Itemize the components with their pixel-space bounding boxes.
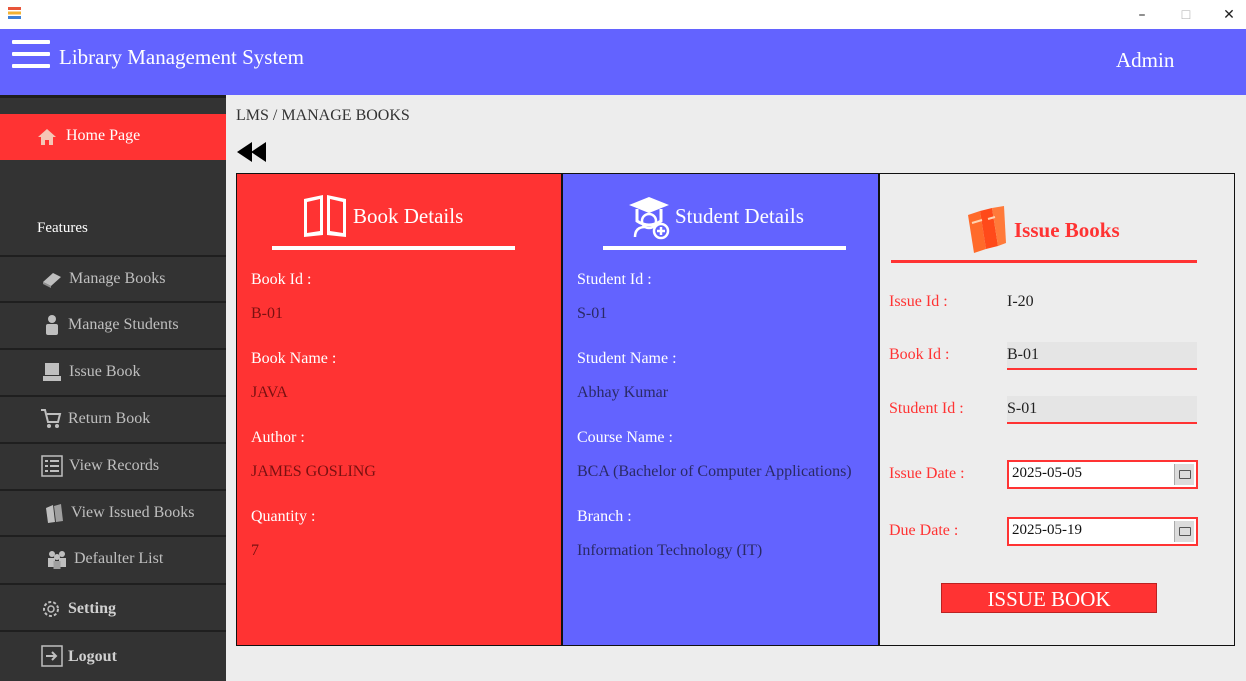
sidebar-item-label: Return Book [68,410,151,427]
breadcrumb: LMS / MANAGE BOOKS [236,107,410,124]
course-name-label: Course Name : [577,429,673,446]
issue-date-value[interactable]: 2025-05-05 [1012,465,1082,482]
issue-books-panel: Issue Books Issue Id : I-20 Book Id : B-… [879,173,1235,646]
course-name-value: BCA (Bachelor of Computer Applications) [577,463,852,480]
student-details-title: Student Details [675,204,804,228]
book-name-label: Book Name : [251,350,337,367]
home-icon [38,129,56,145]
sidebar-item-defaulter-list[interactable]: Defaulter List [0,535,226,580]
sidebar-item-issue-book[interactable]: Issue Book [0,348,226,393]
sidebar-item-view-issued-books[interactable]: View Issued Books [0,489,226,534]
book-id-field-value: B-01 [1007,346,1039,363]
book-id-value: B-01 [251,305,283,322]
app-title: Library Management System [59,45,304,69]
due-date-picker[interactable]: 2025-05-19 [1007,517,1198,546]
open-book-icon [304,195,346,237]
issue-id-value: I-20 [1007,293,1034,310]
issue-date-picker[interactable]: 2025-05-05 [1007,460,1198,489]
branch-label: Branch : [577,508,632,525]
quantity-value: 7 [251,542,259,559]
sidebar-item-label: Setting [68,600,116,617]
branch-value: Information Technology (IT) [577,542,763,559]
book-icon [43,273,61,288]
student-details-panel: Student Details Student Id : S-01 Studen… [562,173,879,646]
maximize-button[interactable]: ☐ [1175,5,1197,25]
book-id-field-label: Book Id : [889,346,950,363]
admin-label[interactable]: Admin [1116,48,1174,73]
sidebar-item-label: View Records [69,457,160,474]
author-value: JAMES GOSLING [251,463,376,480]
student-name-value: Abhay Kumar [577,384,669,401]
books-icon [46,504,63,523]
back-icon[interactable] [236,141,268,163]
student-icon [46,315,58,335]
sidebar-item-manage-students[interactable]: Manage Students [0,301,226,346]
book-id-label: Book Id : [251,271,312,288]
sidebar-item-return-book[interactable]: Return Book [0,395,226,440]
sidebar-item-home[interactable]: Home Page [0,114,226,160]
student-id-value: S-01 [577,305,608,322]
gear-icon [43,601,59,617]
list-icon [41,455,63,477]
issue-date-label: Issue Date : [889,465,965,482]
author-label: Author : [251,429,305,446]
window-titlebar: – ☐ ✕ [0,0,1246,29]
close-button[interactable]: ✕ [1218,5,1240,25]
graduate-icon [629,197,670,240]
sidebar: Home Page Features Manage Books Manage S… [0,95,226,681]
sidebar-item-setting[interactable]: Setting [0,583,226,630]
minimize-button[interactable]: – [1131,5,1153,25]
issue-id-label: Issue Id : [889,293,948,310]
sidebar-item-manage-books[interactable]: Manage Books [0,255,226,300]
student-id-field[interactable]: S-01 [1007,396,1197,424]
sidebar-item-label: Manage Books [69,270,166,287]
student-id-field-value: S-01 [1007,400,1038,417]
calendar-icon[interactable] [1174,521,1194,542]
group-icon [48,551,66,569]
due-date-value[interactable]: 2025-05-19 [1012,522,1082,539]
books-stack-icon [968,206,1006,253]
quantity-label: Quantity : [251,508,316,525]
issue-book-button[interactable]: ISSUE BOOK [941,583,1157,613]
book-name-value: JAVA [251,384,288,401]
logout-icon [41,645,63,667]
app-header: Library Management System Admin [0,29,1246,95]
due-date-label: Due Date : [889,522,959,539]
sidebar-item-label: Home Page [66,127,141,144]
issue-icon [43,363,61,381]
sidebar-item-logout[interactable]: Logout [0,630,226,681]
book-details-panel: Book Details Book Id : B-01 Book Name : … [236,173,562,646]
sidebar-item-view-records[interactable]: View Records [0,442,226,487]
cart-icon [41,409,62,428]
sidebar-item-label: Issue Book [69,363,141,380]
issue-books-title: Issue Books [1014,218,1120,242]
app-icon [8,7,21,19]
sidebar-item-label: Logout [68,648,117,665]
hamburger-menu-icon[interactable] [12,40,50,70]
student-name-label: Student Name : [577,350,677,367]
sidebar-item-label: Defaulter List [74,550,164,567]
student-id-label: Student Id : [577,271,652,288]
student-id-field-label: Student Id : [889,400,964,417]
sidebar-item-label: View Issued Books [71,504,195,521]
book-details-title: Book Details [353,204,464,228]
calendar-icon[interactable] [1174,464,1194,485]
book-id-field[interactable]: B-01 [1007,342,1197,370]
features-heading: Features [37,220,88,236]
sidebar-item-label: Manage Students [68,316,179,333]
